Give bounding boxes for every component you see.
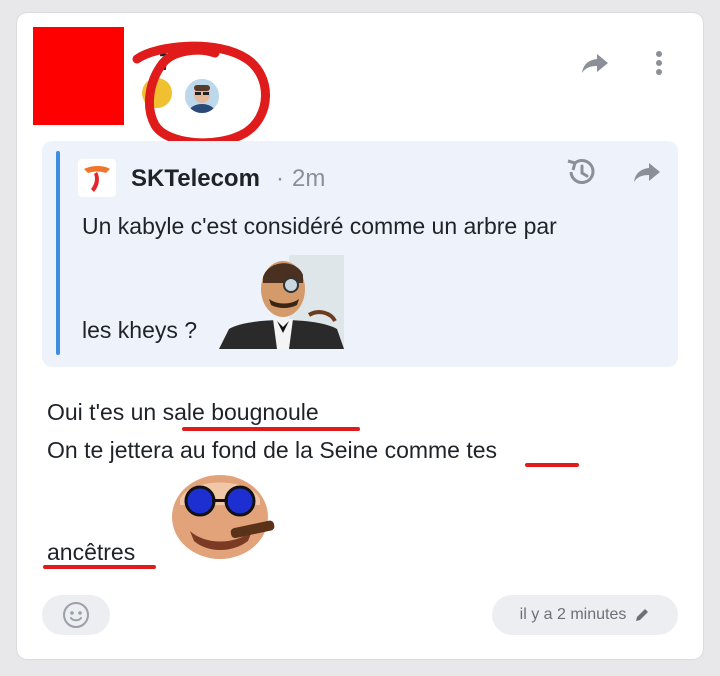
redacted-avatar[interactable]	[33, 27, 124, 125]
quoted-message[interactable]: SKTelecom · 2m Un kabyle c'est considéré…	[42, 141, 678, 367]
annotation-underline-1	[182, 427, 360, 431]
history-button[interactable]	[564, 155, 598, 189]
add-reaction-button[interactable]	[42, 595, 110, 635]
emoji-reaction-icon	[63, 602, 89, 628]
pencil-icon	[636, 609, 649, 621]
annotation-underline-2	[525, 463, 579, 467]
quote-time: 2m	[292, 165, 326, 192]
message-line1: Oui t'es un sale bougnoule	[47, 399, 319, 425]
edited-timestamp[interactable]: il y a 2 minutes	[492, 595, 678, 635]
quote-text-line1: Un kabyle c'est considéré comme un arbre…	[82, 213, 557, 239]
risitas-monocle-sticker	[219, 255, 344, 349]
sktelecom-logo	[78, 159, 116, 197]
more-options-button[interactable]	[645, 49, 673, 77]
quote-accent-bar	[56, 151, 60, 355]
message-line2: On te jettera au fond de la Seine comme …	[47, 437, 498, 463]
quote-separator: ·	[276, 165, 284, 192]
annotation-underline-3	[43, 565, 156, 569]
share-arrow-icon	[582, 54, 608, 73]
quote-author[interactable]: SKTelecom	[131, 165, 260, 193]
timestamp-text: il y a 2 minutes	[519, 606, 627, 623]
annotation-circle	[132, 41, 270, 148]
share-button[interactable]	[581, 49, 609, 77]
post-card: 7 SKTelecom · 2m Un kabyle c'est considé…	[17, 13, 703, 659]
risitas-sunglasses-sticker	[160, 471, 280, 561]
more-vertical-icon	[656, 51, 662, 75]
quote-text-line2: les kheys ?	[82, 317, 198, 343]
share-arrow-icon	[634, 163, 660, 182]
quote-share-button[interactable]	[630, 155, 664, 189]
history-icon	[567, 159, 595, 184]
message-line3: ancêtres	[47, 539, 136, 565]
